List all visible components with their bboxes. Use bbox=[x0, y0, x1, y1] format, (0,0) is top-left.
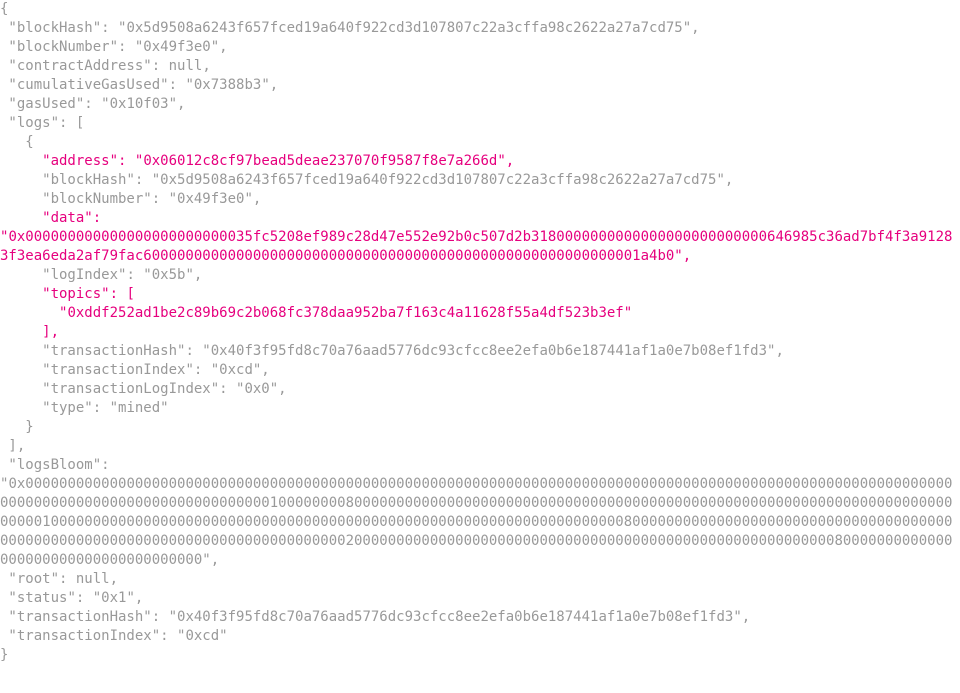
brace-open: { bbox=[0, 0, 960, 19]
kv-logs: "logs": [ bbox=[0, 114, 960, 133]
brace-close: } bbox=[0, 646, 960, 665]
kv-log-logIndex: "logIndex": "0x5b", bbox=[0, 266, 960, 285]
kv-log-address: "address": "0x06012c8cf97bead5deae237070… bbox=[0, 152, 960, 171]
kv-log-txLogIndex: "transactionLogIndex": "0x0", bbox=[0, 380, 960, 399]
log-brace-open: { bbox=[0, 133, 960, 152]
kv-cumulativeGasUsed: "cumulativeGasUsed": "0x7388b3", bbox=[0, 76, 960, 95]
kv-log-txHash: "transactionHash": "0x40f3f95fd8c70a76aa… bbox=[0, 342, 960, 361]
kv-log-topics: "topics": [ bbox=[0, 285, 960, 304]
kv-txIndex: "transactionIndex": "0xcd" bbox=[0, 627, 960, 646]
kv-log-type: "type": "mined" bbox=[0, 399, 960, 418]
kv-status: "status": "0x1", bbox=[0, 589, 960, 608]
kv-blockNumber: "blockNumber": "0x49f3e0", bbox=[0, 38, 960, 57]
logs-close: ], bbox=[0, 437, 960, 456]
kv-log-data-value: "0x000000000000000000000000035fc5208ef98… bbox=[0, 228, 960, 266]
kv-contractAddress: "contractAddress": null, bbox=[0, 57, 960, 76]
kv-logsBloom-value: "0x0000000000000000000000000000000000000… bbox=[0, 475, 960, 570]
kv-log-blockNumber: "blockNumber": "0x49f3e0", bbox=[0, 190, 960, 209]
kv-txHash: "transactionHash": "0x40f3f95fd8c70a76aa… bbox=[0, 608, 960, 627]
kv-log-topic0: "0xddf252ad1be2c89b69c2b068fc378daa952ba… bbox=[0, 304, 960, 323]
kv-log-topics-close: ], bbox=[0, 323, 960, 342]
json-receipt-block: {"blockHash": "0x5d9508a6243f657fced19a6… bbox=[0, 0, 960, 665]
log-brace-close: } bbox=[0, 418, 960, 437]
kv-root: "root": null, bbox=[0, 570, 960, 589]
kv-log-blockHash: "blockHash": "0x5d9508a6243f657fced19a64… bbox=[0, 171, 960, 190]
kv-blockHash: "blockHash": "0x5d9508a6243f657fced19a64… bbox=[0, 19, 960, 38]
kv-logsBloom-key: "logsBloom": bbox=[0, 456, 960, 475]
kv-gasUsed: "gasUsed": "0x10f03", bbox=[0, 95, 960, 114]
kv-log-txIndex: "transactionIndex": "0xcd", bbox=[0, 361, 960, 380]
kv-log-data-key: "data": bbox=[0, 209, 960, 228]
